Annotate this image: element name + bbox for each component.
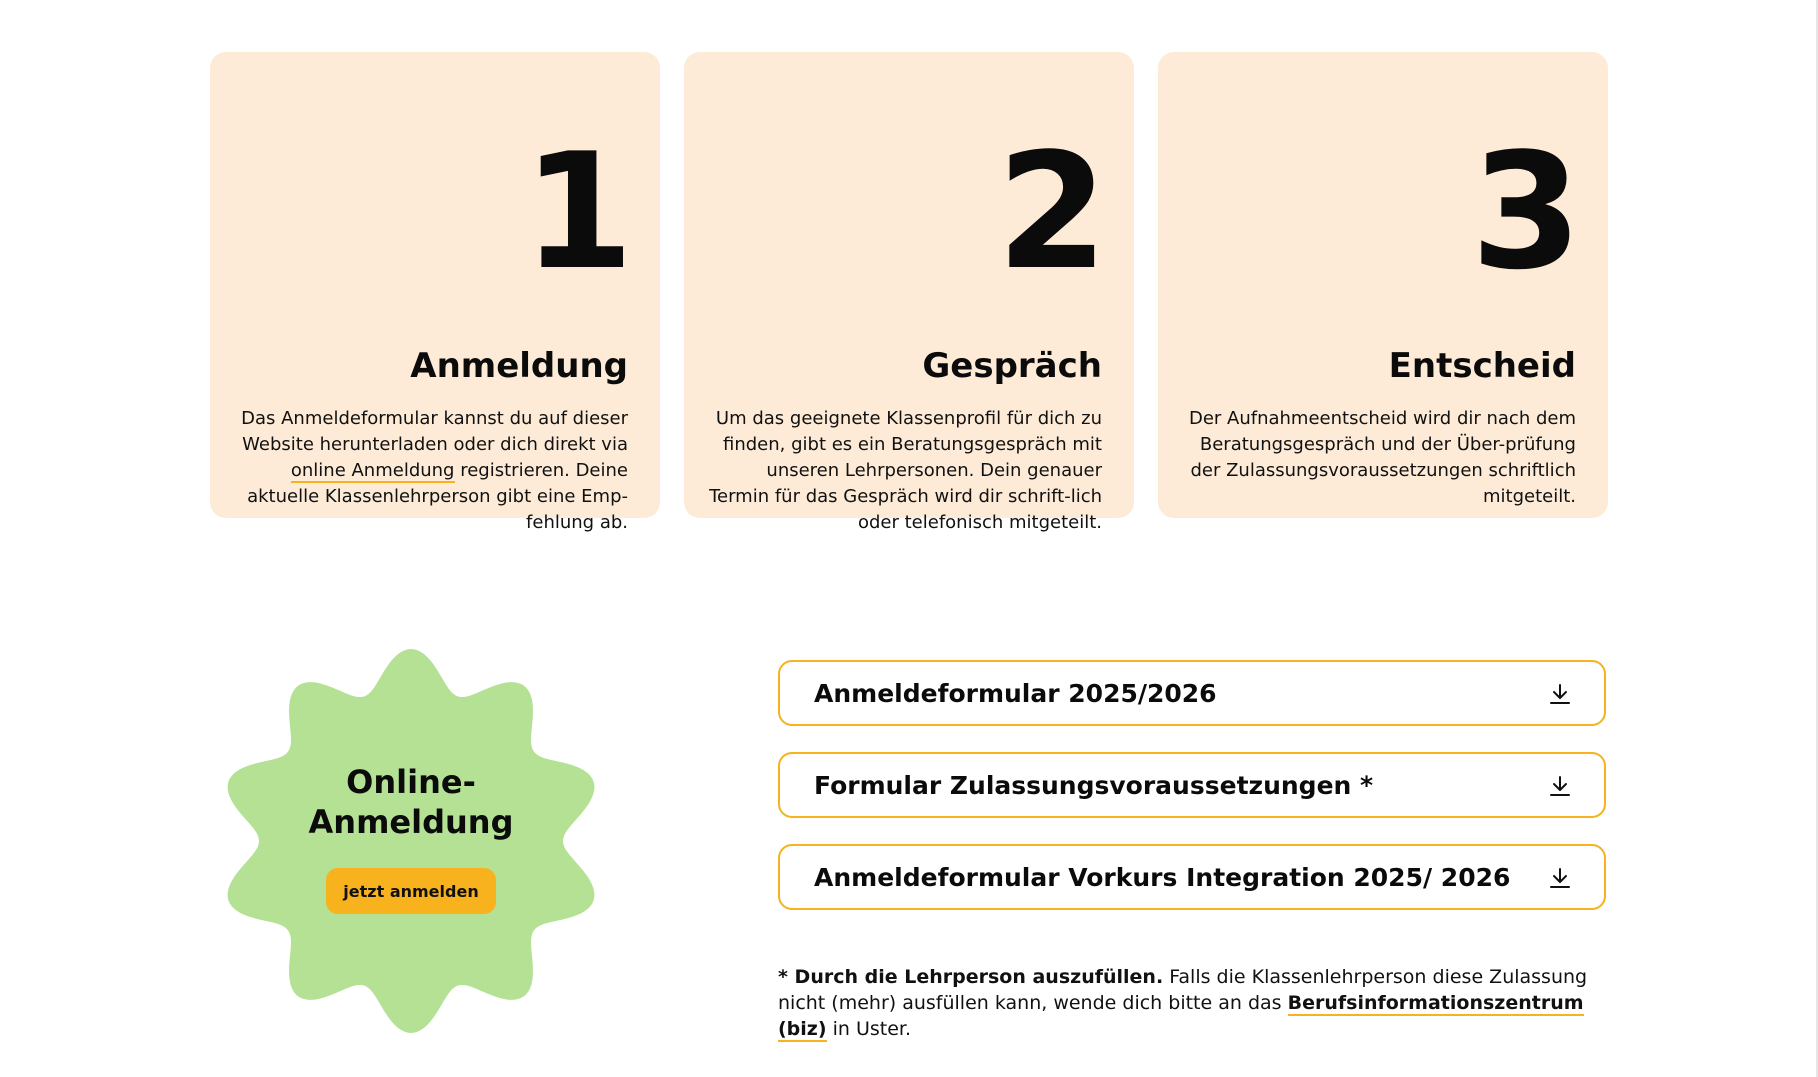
step-title: Entscheid	[1388, 346, 1576, 386]
download-vorkurs-integration[interactable]: Anmeldeformular Vorkurs Integration 2025…	[778, 844, 1606, 910]
online-anmeldung-link[interactable]: online Anmeldung	[290, 460, 455, 483]
download-zulassungsvoraussetzungen[interactable]: Formular Zulassungsvoraussetzungen *	[778, 752, 1606, 818]
badge-title-line1: Online-	[346, 763, 476, 801]
download-anmeldeformular[interactable]: Anmeldeformular 2025/2026	[778, 660, 1606, 726]
download-icon	[1550, 776, 1570, 796]
footnote-text: in Uster.	[826, 1018, 911, 1040]
step-description: Um das geeignete Klassenprofil für dich …	[709, 408, 1102, 533]
footnote-strong: * Durch die Lehrperson auszufüllen.	[778, 966, 1164, 988]
step-title: Anmeldung	[410, 346, 628, 386]
download-icon	[1550, 684, 1570, 704]
downloads-list: Anmeldeformular 2025/2026 Formular Zulas…	[778, 660, 1606, 936]
step-card-gespraech: 2 Gespräch Um das geeignete Klassenprofi…	[684, 52, 1134, 533]
step-card-entscheid: 3 Entscheid Der Aufnahmeentscheid wird d…	[1158, 52, 1608, 518]
download-label: Anmeldeformular Vorkurs Integration 2025…	[814, 862, 1511, 892]
badge-title-line2: Anmeldung	[308, 803, 514, 841]
badge-title: Online- Anmeldung	[216, 762, 606, 842]
download-icon	[1550, 868, 1570, 888]
step-title: Gespräch	[922, 346, 1102, 386]
step-text-part: Das Anmeldeformular kannst du auf dieser…	[241, 408, 628, 455]
step-number: 2	[996, 118, 1108, 305]
step-number: 1	[522, 118, 634, 305]
footnote: * Durch die Lehrperson auszufüllen. Fall…	[778, 964, 1618, 1042]
step-card-anmeldung: 1 Anmeldung Das Anmeldeformular kannst d…	[210, 52, 660, 533]
step-number: 3	[1470, 118, 1582, 305]
step-description: Der Aufnahmeentscheid wird dir nach dem …	[1188, 408, 1576, 507]
steps-section: 1 Anmeldung Das Anmeldeformular kannst d…	[210, 52, 1608, 533]
page: 1 Anmeldung Das Anmeldeformular kannst d…	[0, 0, 1818, 1077]
jetzt-anmelden-button[interactable]: jetzt anmelden	[326, 868, 496, 914]
download-label: Formular Zulassungsvoraussetzungen *	[814, 770, 1374, 800]
online-anmeldung-badge: Online- Anmeldung jetzt anmelden	[216, 646, 606, 1036]
download-label: Anmeldeformular 2025/2026	[814, 678, 1217, 708]
step-description: Das Anmeldeformular kannst du auf dieser…	[228, 406, 628, 536]
